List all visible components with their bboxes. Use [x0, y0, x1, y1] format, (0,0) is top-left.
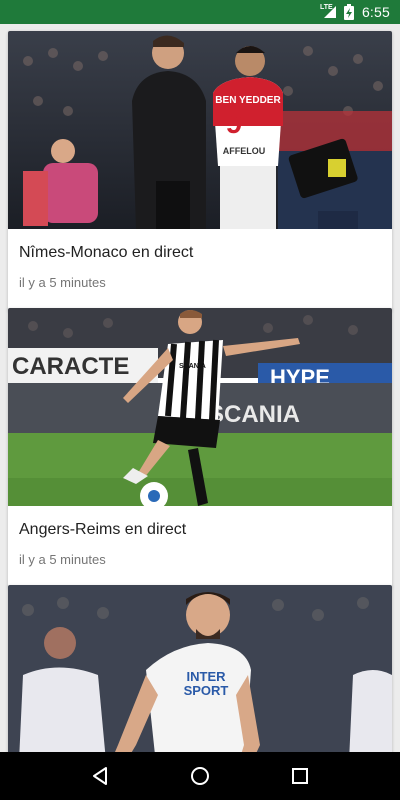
lte-icon: LTE: [319, 4, 338, 19]
article-timestamp: il y a 5 minutes: [19, 552, 106, 567]
jersey-number-text: 9: [226, 107, 243, 140]
home-button[interactable]: [180, 756, 220, 796]
system-nav-bar: [0, 752, 400, 800]
article-card[interactable]: CARACTE HYPE SCANIA SCANIA Angers-Reims …: [8, 308, 392, 588]
battery-charging-icon: [343, 4, 354, 20]
article-image[interactable]: INTER SPORT: [8, 585, 392, 752]
shirt-sponsor-line2: SPORT: [184, 683, 229, 698]
status-bar: LTE 6:55: [0, 0, 400, 24]
article-title[interactable]: Nîmes-Monaco en direct: [19, 243, 381, 263]
article-image[interactable]: CARACTE HYPE SCANIA SCANIA: [8, 308, 392, 506]
article-feed[interactable]: BEN YEDDER 9 AFFELOU Nîmes-Monaco en dir…: [0, 24, 400, 752]
board-center-text: SCANIA: [208, 401, 300, 428]
recents-button[interactable]: [280, 756, 320, 796]
recents-icon: [292, 768, 308, 784]
jersey-name-text: BEN YEDDER: [215, 95, 281, 106]
article-timestamp: il y a 5 minutes: [19, 275, 106, 290]
home-icon: [191, 767, 209, 785]
board-left-text: CARACTE: [12, 353, 129, 380]
shirt-sponsor-line1: INTER: [187, 669, 227, 684]
status-time: 6:55: [361, 4, 390, 20]
network-type-label: LTE: [319, 4, 333, 11]
article-body: Nîmes-Monaco en direct il y a 5 minutes: [8, 229, 392, 311]
jersey-sponsor-text: AFFELOU: [223, 146, 266, 156]
article-card[interactable]: INTER SPORT: [8, 585, 392, 752]
back-button[interactable]: [80, 756, 120, 796]
article-title[interactable]: Angers-Reims en direct: [19, 520, 381, 540]
shirt-brand-text: SCANIA: [179, 363, 206, 370]
article-card[interactable]: BEN YEDDER 9 AFFELOU Nîmes-Monaco en dir…: [8, 31, 392, 311]
article-body: Angers-Reims en direct il y a 5 minutes: [8, 506, 392, 588]
article-image[interactable]: BEN YEDDER 9 AFFELOU: [8, 31, 392, 229]
back-icon: [93, 767, 107, 785]
